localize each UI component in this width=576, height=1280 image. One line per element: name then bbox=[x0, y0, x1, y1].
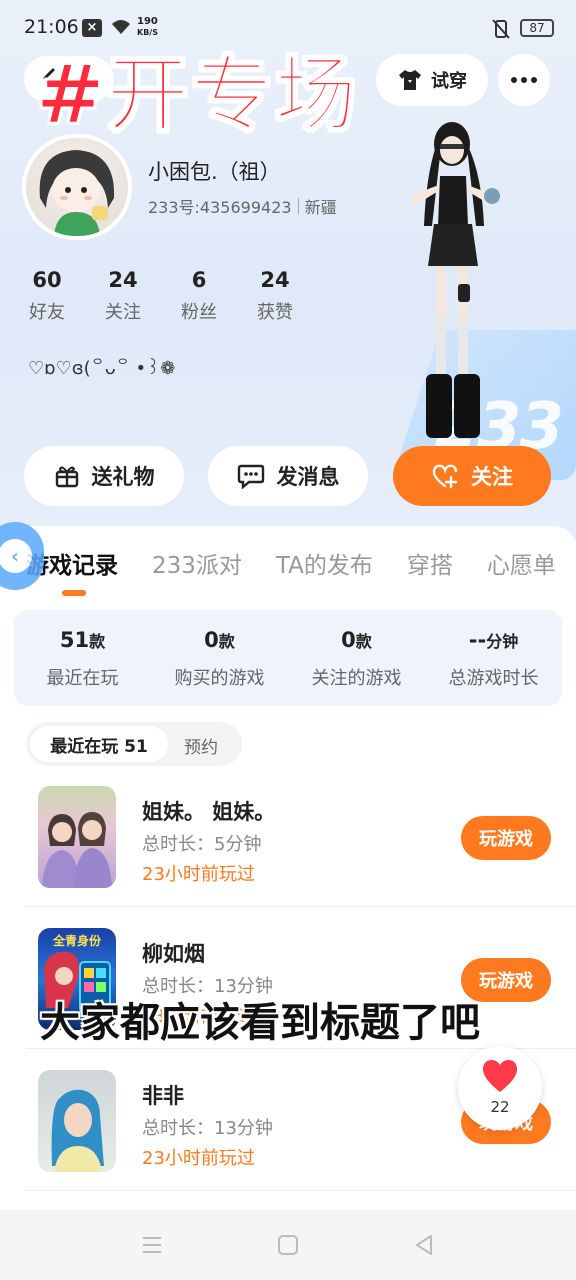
tab-outfits[interactable]: 穿搭 bbox=[407, 546, 453, 580]
stat-label: 获赞 bbox=[257, 302, 293, 323]
like-float-button[interactable]: 22 bbox=[458, 1046, 542, 1130]
more-button[interactable] bbox=[498, 54, 550, 106]
send-message-label: 发消息 bbox=[276, 465, 340, 489]
stat-label: 关注 bbox=[105, 302, 141, 323]
divider bbox=[26, 906, 576, 907]
play-game-button[interactable]: 玩游戏 bbox=[461, 816, 551, 860]
summary-recent[interactable]: 51款 最近在玩 bbox=[14, 610, 151, 706]
game-title: 柳如烟 bbox=[142, 942, 205, 966]
bio: ♡ɒ♡ɞ(꒪ᴗ꒪ •꒱❁ bbox=[28, 358, 176, 379]
send-message-button[interactable]: 发消息 bbox=[208, 446, 368, 506]
gift-icon bbox=[55, 466, 78, 488]
more-dot bbox=[511, 77, 517, 83]
stat-number: 24 bbox=[260, 268, 290, 292]
divider bbox=[26, 1190, 576, 1191]
battery-indicator: 87 bbox=[520, 19, 554, 37]
try-on-label: 试穿 bbox=[431, 71, 467, 92]
subtab-reserve[interactable]: 预约 bbox=[184, 733, 218, 758]
stat-number: 60 bbox=[32, 268, 62, 292]
tshirt-icon bbox=[399, 70, 421, 90]
tab-233-party[interactable]: 233派对 bbox=[152, 546, 242, 580]
user-region: 新疆 bbox=[304, 198, 337, 217]
summary-number: 0款 bbox=[341, 628, 372, 652]
system-nav-bar bbox=[0, 1210, 576, 1280]
profile-stats: 60 好友 24 关注 6 粉丝 24 获赞 bbox=[24, 268, 298, 324]
avatar-character bbox=[410, 122, 500, 438]
network-speed: 190 KB/S bbox=[137, 16, 158, 37]
more-dot bbox=[531, 77, 537, 83]
game-summary: 51款 最近在玩 0款 购买的游戏 0款 关注的游戏 --分钟 总游戏时长 bbox=[14, 610, 562, 706]
more-dot bbox=[521, 77, 527, 83]
like-count: 22 bbox=[490, 1098, 510, 1116]
game-thumbnail bbox=[38, 1070, 116, 1172]
follow-button[interactable]: 关注 bbox=[393, 446, 551, 506]
game-list-item[interactable]: 姐妹。 姐妹。 总时长：5分钟 23小时前玩过 玩游戏 bbox=[0, 778, 576, 920]
stat-label: 粉丝 bbox=[181, 302, 217, 323]
stat-friends[interactable]: 60 好友 bbox=[24, 268, 70, 324]
back-triangle-icon[interactable] bbox=[411, 1232, 437, 1258]
game-duration: 总时长：13分钟 bbox=[142, 1118, 273, 1139]
uid-line: 233号:435699423 新疆 bbox=[148, 194, 337, 218]
profile-tabs: 游戏记录 233派对 TA的发布 穿搭 心愿单 bbox=[26, 546, 576, 580]
user-id: 233号:435699423 bbox=[148, 198, 292, 217]
stat-number: 6 bbox=[191, 268, 207, 292]
game-last-played: 23小时前玩过 bbox=[142, 1148, 255, 1169]
summary-label: 总游戏时长 bbox=[448, 668, 539, 689]
tab-posts[interactable]: TA的发布 bbox=[276, 546, 373, 580]
wifi-icon bbox=[112, 20, 130, 34]
game-last-played: 23小时前玩过 bbox=[142, 864, 255, 885]
summary-number: 0款 bbox=[204, 628, 235, 652]
uid-separator bbox=[297, 198, 299, 214]
game-duration: 总时长：5分钟 bbox=[142, 834, 262, 855]
avatar[interactable] bbox=[22, 134, 132, 240]
avatar-illustration bbox=[39, 150, 115, 236]
heart-icon bbox=[482, 1060, 518, 1092]
notification-icon: × bbox=[82, 19, 102, 37]
summary-playtime: --分钟 总游戏时长 bbox=[425, 610, 562, 706]
stat-number: 24 bbox=[108, 268, 138, 292]
game-subtabs: 最近在玩 51 预约 bbox=[26, 722, 242, 766]
try-on-button[interactable]: 试穿 bbox=[376, 54, 488, 106]
stat-following[interactable]: 24 关注 bbox=[100, 268, 146, 324]
heart-plus-icon bbox=[432, 464, 458, 489]
nickname: 小困包.（祖） bbox=[148, 160, 281, 184]
chat-bubble-icon bbox=[237, 464, 264, 489]
game-thumbnail bbox=[38, 786, 116, 888]
game-title: 姐妹。 姐妹。 bbox=[142, 800, 276, 824]
overlay-banner: #开专场 bbox=[35, 47, 359, 144]
home-icon[interactable] bbox=[275, 1232, 301, 1258]
subtab-recent[interactable]: 最近在玩 51 bbox=[30, 726, 168, 762]
stat-likes[interactable]: 24 获赞 bbox=[252, 268, 298, 324]
menu-icon[interactable] bbox=[139, 1232, 165, 1258]
send-gift-label: 送礼物 bbox=[91, 465, 155, 489]
summary-label: 关注的游戏 bbox=[311, 668, 402, 689]
summary-followed[interactable]: 0款 关注的游戏 bbox=[288, 610, 425, 706]
overlay-caption: 大家都应该看到标题了吧 bbox=[40, 1000, 480, 1046]
status-time: 21:06 bbox=[24, 16, 79, 38]
summary-label: 购买的游戏 bbox=[174, 668, 265, 689]
stat-label: 好友 bbox=[29, 302, 65, 323]
summary-purchased[interactable]: 0款 购买的游戏 bbox=[151, 610, 288, 706]
stat-fans[interactable]: 6 粉丝 bbox=[176, 268, 222, 324]
chevron-left-circle-icon: ‹ bbox=[0, 539, 32, 573]
active-tab-indicator bbox=[62, 590, 86, 596]
vibrate-off-icon bbox=[492, 19, 510, 39]
summary-label: 最近在玩 bbox=[46, 668, 119, 689]
follow-label: 关注 bbox=[471, 465, 513, 489]
tab-wishlist[interactable]: 心愿单 bbox=[487, 546, 556, 580]
game-title: 非非 bbox=[142, 1084, 184, 1108]
summary-number: --分钟 bbox=[468, 628, 519, 652]
summary-number: 51款 bbox=[59, 628, 106, 652]
send-gift-button[interactable]: 送礼物 bbox=[24, 446, 184, 506]
